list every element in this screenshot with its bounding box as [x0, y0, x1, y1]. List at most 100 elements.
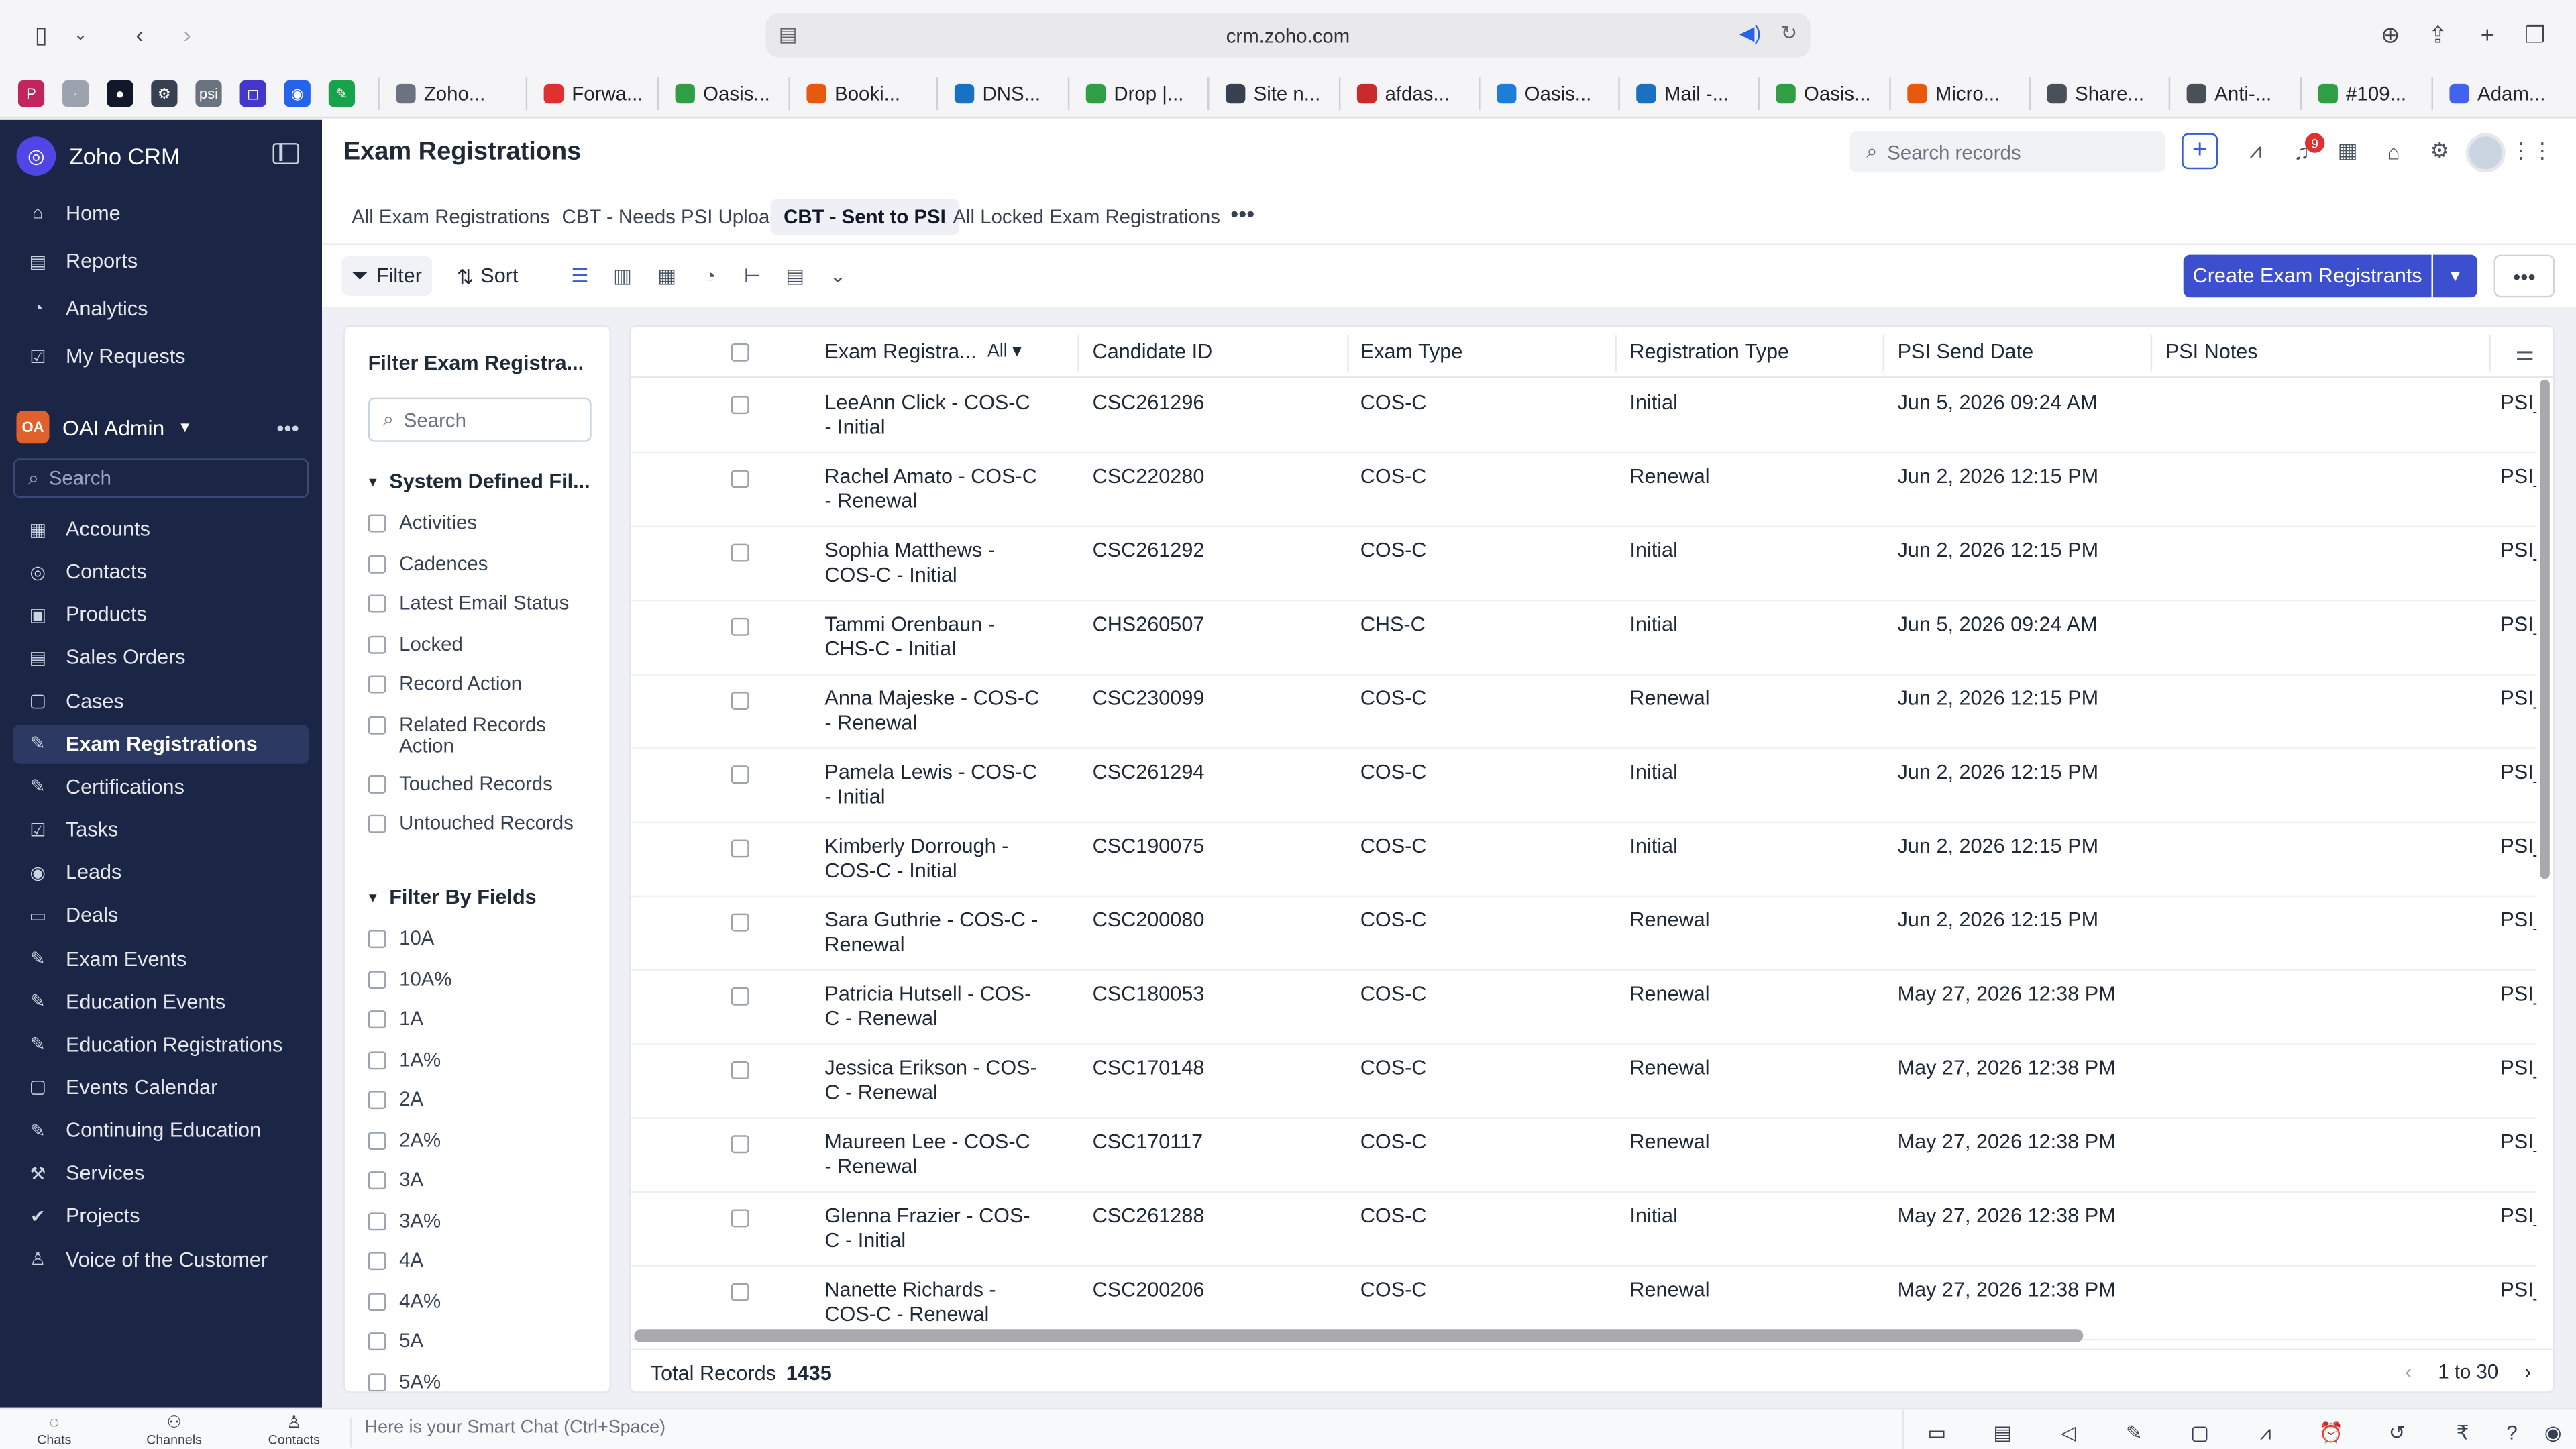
- table-row[interactable]: LeeAnn Click - COS-C - Initial CSC261296 C…: [631, 380, 2536, 453]
- row-checkbox[interactable]: [731, 765, 749, 784]
- contacts-button[interactable]: ♙ Contacts: [253, 1415, 335, 1448]
- filter-option[interactable]: 10A: [368, 927, 598, 950]
- zia-icon[interactable]: ⩘: [2251, 1417, 2280, 1447]
- record-name-link[interactable]: Pamela Lewis - COS-C - Initial: [824, 761, 1041, 810]
- bookmark-item[interactable]: Anti-...: [2168, 77, 2271, 111]
- gear-icon[interactable]: ⚙: [2423, 135, 2456, 168]
- dashboard-icon[interactable]: ▭: [1922, 1417, 1951, 1447]
- sidebar-item-cases[interactable]: ▢ Cases: [13, 681, 309, 720]
- row-checkbox[interactable]: [731, 617, 749, 636]
- extension-icon[interactable]: ✎: [328, 80, 355, 107]
- record-name-link[interactable]: Kimberly Dorrough - COS-C - Initial: [824, 835, 1041, 883]
- filter-option[interactable]: 1A: [368, 1008, 598, 1030]
- record-name-link[interactable]: Nanette Richards - COS-C - Renewal: [824, 1278, 1041, 1327]
- tab-overview-icon[interactable]: ❐: [2517, 18, 2553, 51]
- all-filter-dropdown[interactable]: All ▾: [987, 340, 1022, 361]
- filter-option[interactable]: 4A: [368, 1249, 598, 1272]
- filter-checkbox[interactable]: [368, 930, 386, 949]
- table-row[interactable]: Sara Guthrie - COS-C - Renewal CSC200080 C…: [631, 897, 2536, 971]
- row-checkbox[interactable]: [731, 913, 749, 932]
- row-checkbox[interactable]: [731, 543, 749, 562]
- bookmark-item[interactable]: Micro...: [1889, 77, 2000, 111]
- sidebar-item-tasks[interactable]: ☑ Tasks: [13, 810, 309, 849]
- filter-checkbox[interactable]: [368, 554, 386, 573]
- more-actions-button[interactable]: •••: [2493, 254, 2555, 298]
- filter-checkbox[interactable]: [368, 1292, 386, 1311]
- filter-search-input[interactable]: ⌕ Search: [368, 397, 592, 442]
- row-checkbox[interactable]: [731, 1283, 749, 1301]
- prev-page-icon[interactable]: ‹: [2405, 1360, 2412, 1383]
- record-name-link[interactable]: Anna Majeske - COS-C - Renewal: [824, 687, 1041, 736]
- sidebar-item-reports[interactable]: ▤ Reports: [13, 241, 309, 281]
- timeline-view-icon[interactable]: ⊢: [739, 263, 765, 289]
- back-icon[interactable]: ‹: [121, 18, 158, 51]
- megaphone-icon[interactable]: ◁: [2053, 1417, 2083, 1447]
- record-name-link[interactable]: Sara Guthrie - COS-C - Renewal: [824, 908, 1041, 957]
- filter-option[interactable]: 5A: [368, 1330, 598, 1352]
- table-row[interactable]: Pamela Lewis - COS-C - Initial CSC261294 C…: [631, 749, 2536, 823]
- chevron-down-icon[interactable]: ⌄: [62, 18, 99, 51]
- sidebar-item-contacts[interactable]: ◎ Contacts: [13, 552, 309, 592]
- download-icon[interactable]: ⊕: [2372, 18, 2408, 51]
- filter-option[interactable]: 4A%: [368, 1289, 598, 1312]
- sort-button[interactable]: ⇅ Sort: [447, 256, 528, 296]
- tab-all-locked-exam-registrations[interactable]: All Locked Exam Registrations: [940, 199, 1234, 235]
- more-views-icon[interactable]: •••: [1230, 201, 1254, 227]
- filter-checkbox[interactable]: [368, 774, 386, 793]
- org-switcher[interactable]: OA OAI Admin ▼ •••: [16, 411, 305, 444]
- search-records-input[interactable]: ⌕ Search records: [1849, 131, 2165, 173]
- chats-button[interactable]: ◌ Chats: [13, 1415, 95, 1448]
- kanban-view-icon[interactable]: ▥: [610, 263, 636, 289]
- bookmark-item[interactable]: Booki...: [788, 77, 900, 111]
- filter-checkbox[interactable]: [368, 1010, 386, 1029]
- smart-chat-input[interactable]: Here is your Smart Chat (Ctrl+Space): [350, 1417, 1894, 1448]
- filter-checkbox[interactable]: [368, 1332, 386, 1351]
- avatar[interactable]: [2465, 133, 2506, 173]
- filter-option[interactable]: 3A: [368, 1169, 598, 1191]
- record-name-link[interactable]: Patricia Hutsell - COS-C - Renewal: [824, 983, 1041, 1032]
- notes-icon[interactable]: ▢: [2185, 1417, 2214, 1447]
- filter-button[interactable]: ⏷ Filter: [341, 256, 432, 296]
- sidebar-item-education-registrations[interactable]: ✎ Education Registrations: [13, 1025, 309, 1065]
- column-header-name[interactable]: Exam Registra...: [824, 340, 976, 363]
- share-icon[interactable]: ⇪: [2420, 18, 2456, 51]
- sidebar-item-leads[interactable]: ◉ Leads: [13, 853, 309, 892]
- sidebar-item-projects[interactable]: ✔ Projects: [13, 1197, 309, 1236]
- column-header-psi-notes[interactable]: PSI Notes: [2165, 340, 2258, 363]
- filter-checkbox[interactable]: [368, 594, 386, 613]
- bookmark-item[interactable]: Drop |...: [1067, 77, 1183, 111]
- filter-option[interactable]: 2A%: [368, 1128, 598, 1151]
- sidebar-item-exam-registrations[interactable]: ✎ Exam Registrations: [13, 724, 309, 764]
- history-icon[interactable]: ↺: [2382, 1417, 2412, 1447]
- filter-checkbox[interactable]: [368, 514, 386, 533]
- bookmark-item[interactable]: DNS...: [936, 77, 1040, 111]
- extension-icon[interactable]: ◉: [284, 80, 311, 107]
- row-checkbox[interactable]: [731, 692, 749, 710]
- brand[interactable]: ◎ Zoho CRM: [16, 136, 180, 176]
- sidebar-item-services[interactable]: ⚒ Services: [13, 1154, 309, 1193]
- extension-icon[interactable]: ●: [107, 80, 133, 107]
- filter-option[interactable]: Latest Email Status: [368, 592, 598, 614]
- table-row[interactable]: Anna Majeske - COS-C - Renewal CSC230099 C…: [631, 676, 2536, 749]
- signals-icon[interactable]: ✎: [2119, 1417, 2149, 1447]
- filter-checkbox[interactable]: [368, 715, 386, 734]
- vertical-scrollbar[interactable]: [2540, 379, 2550, 879]
- sidebar-item-my-requests[interactable]: ☑ My Requests: [13, 337, 309, 376]
- select-all-checkbox[interactable]: [731, 343, 749, 362]
- sheet-view-icon[interactable]: ▤: [782, 263, 808, 289]
- table-row[interactable]: Patricia Hutsell - COS-C - Renewal CSC180…: [631, 971, 2536, 1045]
- filter-option[interactable]: Cadences: [368, 552, 598, 574]
- collapse-sidebar-icon[interactable]: [272, 143, 299, 164]
- quick-create-button[interactable]: +: [2182, 133, 2218, 170]
- sidebar-toggle-icon[interactable]: ▯: [23, 18, 59, 51]
- row-checkbox[interactable]: [731, 839, 749, 858]
- next-page-icon[interactable]: ›: [2524, 1360, 2531, 1383]
- column-settings-icon[interactable]: ⚌: [2515, 340, 2534, 366]
- record-name-link[interactable]: LeeAnn Click - COS-C - Initial: [824, 391, 1041, 440]
- table-row[interactable]: Rachel Amato - COS-C - Renewal CSC220280 C…: [631, 453, 2536, 528]
- sidebar-item-events-calendar[interactable]: ▢ Events Calendar: [13, 1068, 309, 1108]
- filter-option[interactable]: Related Records Action: [368, 713, 598, 757]
- bookmark-item[interactable]: Oasis...: [657, 77, 770, 111]
- extension-icon[interactable]: P: [17, 80, 45, 107]
- table-row[interactable]: Jessica Erikson - COS-C - Renewal CSC1701…: [631, 1045, 2536, 1119]
